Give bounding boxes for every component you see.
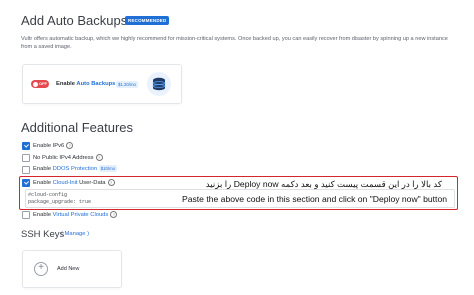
no-ipv4-label: No Public IPv4 Address? [33, 154, 103, 161]
cloud-init-suffix: User-Data [77, 180, 106, 187]
manage-ssh-link[interactable]: ( Manage ) [61, 231, 89, 237]
auto-backups-link[interactable]: Auto Backups [76, 81, 115, 87]
add-ssh-key-card[interactable]: + Add New [22, 250, 122, 288]
auto-backups-description: Vultr offers automatic backup, which we … [21, 36, 448, 50]
info-icon[interactable]: ? [107, 179, 115, 186]
vpc-prefix: Enable [33, 212, 53, 219]
code-line-2: package_upgrade: true [28, 198, 92, 205]
info-icon[interactable]: ? [95, 154, 103, 161]
info-icon[interactable]: ? [110, 211, 118, 218]
no-ipv4-checkbox[interactable] [22, 154, 30, 162]
vpc-label: Enable Virtual Private Clouds? [33, 211, 118, 219]
ddos-price: $10/mo [98, 165, 118, 172]
toggle-state-label: OFF [39, 81, 47, 86]
persian-annotation: کد بالا را در این قسمت پیست کنید و بعد د… [205, 179, 442, 189]
enable-auto-backups-label: Enable Auto Backups [56, 81, 115, 87]
enable-prefix: Enable [56, 81, 77, 87]
cloud-init-prefix: Enable [33, 180, 53, 187]
ddos-label: Enable DDOS Protection $10/mo [33, 165, 118, 172]
no-ipv4-label-text: No Public IPv4 Address [33, 155, 94, 162]
cloud-init-checkbox[interactable] [22, 179, 30, 187]
ddos-link[interactable]: DDOS Protection [53, 166, 97, 172]
toggle-knob [33, 81, 38, 87]
recommended-badge: RECOMMENDED [125, 16, 170, 25]
auto-backups-price: $1.20/mo [116, 81, 138, 88]
plus-glyph: + [38, 262, 44, 273]
english-annotation: Paste the above code in this section and… [181, 194, 447, 204]
ddos-prefix: Enable [33, 166, 53, 172]
ssh-keys-title: SSH Keys [21, 229, 65, 240]
auto-backups-card[interactable]: OFF Enable Auto Backups $1.20/mo [22, 64, 182, 104]
plus-circle-icon: + [34, 262, 48, 276]
auto-backups-toggle[interactable]: OFF [31, 80, 49, 88]
vpc-checkbox[interactable] [22, 211, 30, 219]
cloud-init-label: Enable Cloud-Init User-Data? [33, 179, 115, 186]
auto-backups-title: Add Auto Backups [21, 13, 128, 28]
cloud-init-link[interactable]: Cloud-Init [53, 180, 78, 186]
ddos-checkbox[interactable] [22, 166, 30, 174]
ipv6-label-text: Enable IPv6 [33, 143, 65, 150]
database-backup-icon [147, 72, 171, 96]
additional-features-title: Additional Features [21, 120, 134, 135]
ipv6-checkbox[interactable] [22, 142, 30, 150]
add-new-label: Add New [57, 266, 80, 272]
ipv6-label: Enable IPv6? [33, 142, 74, 150]
vpc-link[interactable]: Virtual Private Clouds [53, 212, 109, 218]
info-icon[interactable]: ? [66, 142, 74, 149]
